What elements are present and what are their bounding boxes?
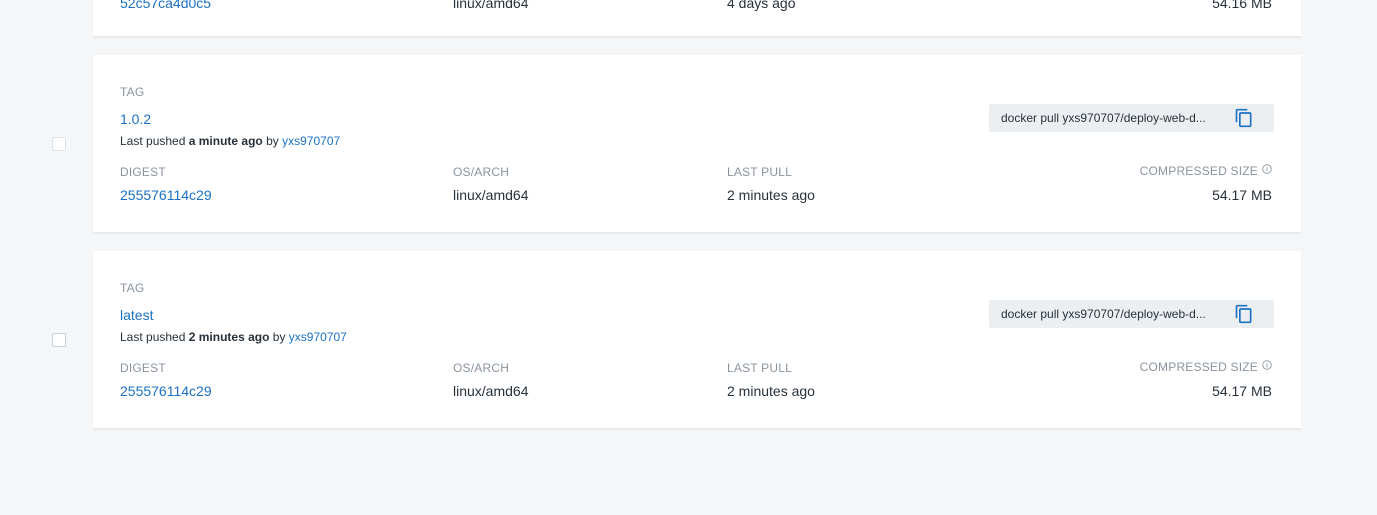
last-pushed-info: Last pushed a minute ago by yxs970707 [120, 134, 340, 148]
by-text: by [272, 330, 286, 344]
copy-icon[interactable] [1234, 108, 1254, 128]
last-pull-value: 2 minutes ago [727, 187, 815, 203]
pull-command-text[interactable]: docker pull yxs970707/deploy-web-d... [1001, 307, 1206, 321]
last-pull-value: 2 minutes ago [727, 383, 815, 399]
os-arch-value: linux/amd64 [453, 187, 529, 203]
digest-link[interactable]: 255576114c29 [120, 187, 212, 203]
os-arch-value: linux/amd64 [453, 0, 529, 11]
compressed-size-label: COMPRESSED SIZE [1140, 360, 1272, 374]
compressed-size-value: 54.17 MB [1212, 187, 1272, 203]
compressed-size-label-text: COMPRESSED SIZE [1139, 164, 1258, 178]
compressed-size-value: 54.17 MB [1212, 383, 1272, 399]
info-icon[interactable] [1262, 359, 1272, 373]
select-tag-checkbox[interactable] [52, 333, 66, 347]
last-pull-label: LAST PULL [727, 165, 792, 179]
tag-card: TAG latest Last pushed 2 minutes ago by … [93, 251, 1301, 429]
os-arch-label: OS/ARCH [453, 361, 510, 375]
tag-label: TAG [120, 281, 145, 295]
pull-command-box: docker pull yxs970707/deploy-web-d... [989, 300, 1274, 328]
pull-command-box: docker pull yxs970707/deploy-web-d... [989, 104, 1274, 132]
pushed-by-user-link[interactable]: yxs970707 [289, 330, 347, 344]
info-icon[interactable] [1262, 163, 1272, 177]
digest-label: DIGEST [120, 165, 166, 179]
os-arch-label: OS/ARCH [453, 165, 510, 179]
last-pull-label: LAST PULL [727, 361, 792, 375]
last-pushed-time: a minute ago [188, 134, 263, 148]
tag-name-link[interactable]: 1.0.2 [120, 111, 151, 127]
tag-label: TAG [120, 85, 145, 99]
pull-command-text[interactable]: docker pull yxs970707/deploy-web-d... [1001, 111, 1206, 125]
by-text: by [266, 134, 279, 148]
select-tag-checkbox[interactable] [52, 137, 66, 151]
tag-card-partial: 52c57ca4d0c5 linux/amd64 4 days ago 54.1… [93, 0, 1301, 37]
last-pull-value: 4 days ago [727, 0, 796, 11]
digest-link[interactable]: 255576114c29 [120, 383, 212, 399]
tags-list-page: 52c57ca4d0c5 linux/amd64 4 days ago 54.1… [0, 0, 1377, 515]
last-pushed-prefix: Last pushed [120, 330, 186, 344]
tag-name-link[interactable]: latest [120, 307, 153, 323]
digest-link[interactable]: 52c57ca4d0c5 [120, 0, 211, 11]
compressed-size-value: 54.16 MB [1212, 0, 1272, 11]
tag-card: TAG 1.0.2 Last pushed a minute ago by yx… [93, 55, 1301, 233]
pushed-by-user-link[interactable]: yxs970707 [282, 134, 340, 148]
copy-icon[interactable] [1234, 304, 1254, 324]
os-arch-value: linux/amd64 [453, 383, 529, 399]
compressed-size-label: COMPRESSED SIZE [1140, 164, 1272, 178]
last-pushed-time: 2 minutes ago [188, 330, 270, 344]
compressed-size-label-text: COMPRESSED SIZE [1139, 360, 1258, 374]
last-pushed-info: Last pushed 2 minutes ago by yxs970707 [120, 330, 347, 344]
last-pushed-prefix: Last pushed [120, 134, 186, 148]
digest-label: DIGEST [120, 361, 166, 375]
